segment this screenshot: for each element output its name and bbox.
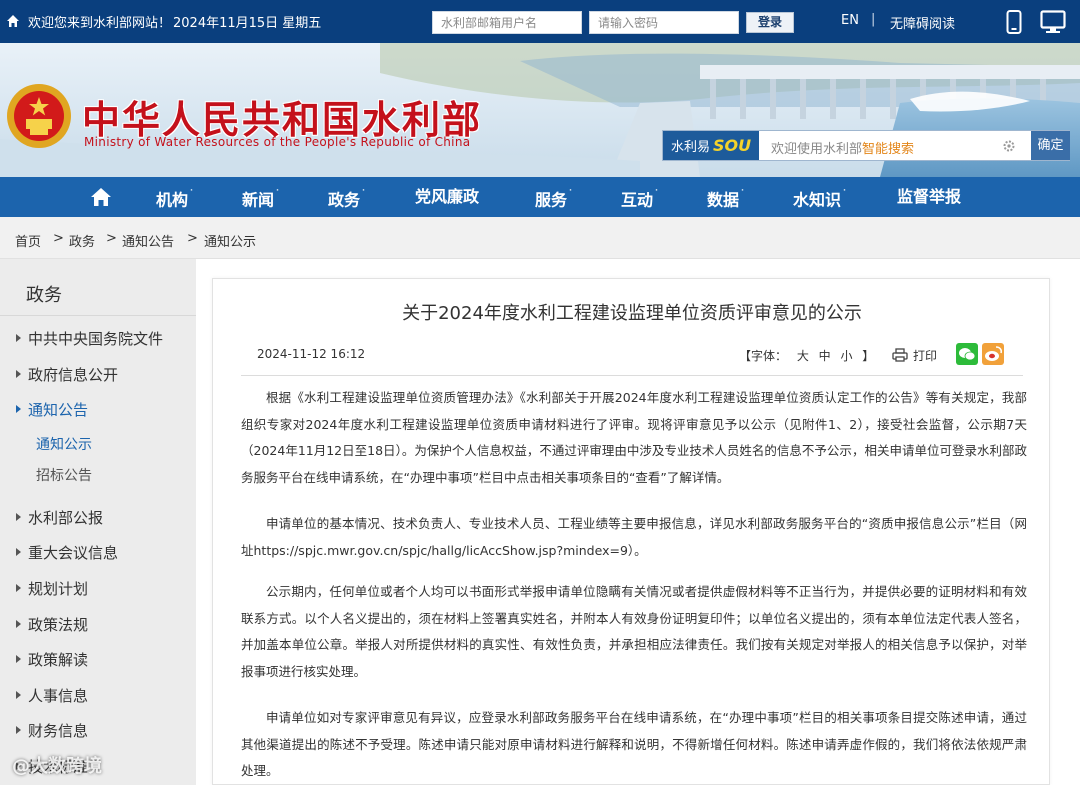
nav-item-dangfeng[interactable]: 党风廉政 bbox=[415, 177, 479, 217]
english-link[interactable]: EN bbox=[841, 13, 859, 28]
breadcrumb-home[interactable]: 首页 bbox=[15, 231, 41, 250]
sidebar-subitem-tender[interactable]: 招标公告 bbox=[36, 465, 92, 485]
sidebar-subitem-publicity[interactable]: 通知公示 bbox=[36, 434, 92, 454]
triangle-right-icon bbox=[16, 547, 21, 556]
nav-item-hudong[interactable]: 互动˙ bbox=[621, 177, 659, 217]
triangle-right-icon bbox=[16, 583, 21, 592]
triangle-right-icon bbox=[16, 512, 21, 521]
nav-item-shuizhishi[interactable]: 水知识˙ bbox=[793, 177, 847, 217]
triangle-right-icon bbox=[16, 333, 21, 342]
nav-item-jigou[interactable]: 机构˙ bbox=[156, 177, 194, 217]
triangle-right-icon bbox=[16, 369, 21, 378]
nav-home-icon[interactable] bbox=[90, 187, 112, 207]
search-placeholder-prefix: 欢迎使用水利部 bbox=[771, 142, 863, 157]
nav-item-xinwen[interactable]: 新闻˙ bbox=[242, 177, 280, 217]
accessibility-link[interactable]: 无障碍阅读 bbox=[890, 13, 955, 32]
font-size-switcher[interactable]: 【字体： 大 中 小 】 bbox=[739, 347, 874, 364]
login-button[interactable]: 登录 bbox=[746, 12, 794, 33]
search-brand: 水利易 SOU bbox=[663, 131, 759, 160]
password-input[interactable] bbox=[589, 11, 739, 34]
triangle-right-icon bbox=[16, 404, 21, 413]
print-button[interactable]: 打印 bbox=[913, 347, 937, 364]
search-placeholder-highlight: 智能搜索 bbox=[862, 142, 915, 157]
article-paragraph: 申请单位的基本情况、技术负责人、专业技术人员、工程业绩等主要申报信息，详见水利部… bbox=[241, 516, 1027, 558]
desktop-icon[interactable] bbox=[1040, 10, 1066, 34]
mobile-icon[interactable] bbox=[1006, 10, 1022, 34]
printer-icon[interactable] bbox=[892, 348, 908, 362]
search-input[interactable]: 欢迎使用水利部智能搜索 bbox=[771, 138, 914, 157]
sidebar-divider bbox=[0, 315, 196, 316]
triangle-right-icon bbox=[16, 690, 21, 699]
article-title: 关于2024年度水利工程建设监理单位资质评审意见的公示 bbox=[402, 303, 862, 324]
sidebar-item-bulletin[interactable]: 水利部公报 bbox=[16, 507, 103, 528]
nav-item-shuju[interactable]: 数据˙ bbox=[707, 177, 745, 217]
breadcrumb-separator: > bbox=[187, 231, 198, 246]
site-title-english: Ministry of Water Resources of the Peopl… bbox=[84, 135, 471, 149]
topbar-divider: | bbox=[871, 12, 876, 27]
current-date: 2024年11月15日 星期五 bbox=[173, 16, 322, 31]
search-submit-button[interactable]: 确定 bbox=[1031, 131, 1070, 160]
sidebar-item-notices[interactable]: 通知公告 bbox=[16, 399, 88, 420]
breadcrumb-current[interactable]: 通知公示 bbox=[204, 231, 256, 250]
breadcrumb-zhengwu[interactable]: 政务 bbox=[69, 231, 95, 250]
wechat-share-icon[interactable] bbox=[956, 343, 978, 365]
triangle-right-icon bbox=[16, 654, 21, 663]
breadcrumb-notices[interactable]: 通知公告 bbox=[122, 231, 174, 250]
welcome-text: 欢迎您来到水利部网站！ bbox=[28, 16, 172, 31]
breadcrumb-separator: > bbox=[106, 231, 117, 246]
top-bar: 欢迎您来到水利部网站！ 2024年11月15日 星期五 登录 EN | 无障碍阅… bbox=[0, 0, 1080, 43]
nav-item-jiandu[interactable]: 监督举报 bbox=[897, 177, 961, 217]
sidebar-item-interpretation[interactable]: 政策解读 bbox=[16, 649, 88, 670]
article-panel: 关于2024年度水利工程建设监理单位资质评审意见的公示 2024-11-12 1… bbox=[212, 278, 1050, 785]
article-paragraph: 公示期内，任何单位或者个人均可以书面形式举报申请单位隐瞒有关情况或者提供虚假材料… bbox=[241, 584, 1027, 679]
article-paragraph: 申请单位如对专家评审意见有异议，应登录水利部政务服务平台在线申请系统，在“办理中… bbox=[241, 710, 1027, 778]
breadcrumb-separator: > bbox=[53, 231, 64, 246]
nav-item-fuwu[interactable]: 服务˙ bbox=[535, 177, 573, 217]
sidebar-item-finance[interactable]: 财务信息 bbox=[16, 720, 88, 741]
sidebar-item-personnel[interactable]: 人事信息 bbox=[16, 685, 88, 706]
email-username-input[interactable] bbox=[432, 11, 582, 34]
publish-date: 2024-11-12 16:12 bbox=[257, 347, 366, 361]
national-emblem-icon bbox=[7, 84, 71, 148]
header-banner: 中华人民共和国水利部 Ministry of Water Resources o… bbox=[0, 43, 1080, 177]
sidebar-item-meetings[interactable]: 重大会议信息 bbox=[16, 542, 118, 563]
article-divider bbox=[241, 375, 1023, 376]
triangle-right-icon bbox=[16, 619, 21, 628]
breadcrumb: 首页 > 政务 > 通知公告 > 通知公示 bbox=[0, 217, 1080, 259]
sidebar-item-regulations[interactable]: 政策法规 bbox=[16, 614, 88, 635]
weibo-share-icon[interactable] bbox=[982, 343, 1004, 365]
sidebar-item-central-docs[interactable]: 中共中央国务院文件 bbox=[16, 328, 163, 349]
home-icon[interactable] bbox=[6, 14, 20, 28]
sidebar-heading: 政务 bbox=[26, 285, 62, 306]
sidebar-item-planning[interactable]: 规划计划 bbox=[16, 578, 88, 599]
nav-item-zhengwu[interactable]: 政务˙ bbox=[328, 177, 366, 217]
smart-search-box[interactable]: 水利易 SOU 欢迎使用水利部智能搜索 确定 bbox=[662, 130, 1070, 161]
main-nav: 机构˙ 新闻˙ 政务˙ 党风廉政 服务˙ 互动˙ 数据˙ 水知识˙ 监督举报 bbox=[0, 177, 1080, 217]
sidebar: 政务 中共中央国务院文件 政府信息公开 通知公告 通知公示 招标公告 水利部公报… bbox=[0, 259, 196, 785]
triangle-right-icon bbox=[16, 725, 21, 734]
article-paragraph: 根据《水利工程建设监理单位资质管理办法》《水利部关于开展2024年度水利工程建设… bbox=[241, 390, 1027, 485]
watermark-text: @大数跨境 bbox=[12, 756, 102, 777]
settings-icon[interactable] bbox=[1003, 140, 1015, 152]
sidebar-item-info-disclosure[interactable]: 政府信息公开 bbox=[16, 364, 118, 385]
